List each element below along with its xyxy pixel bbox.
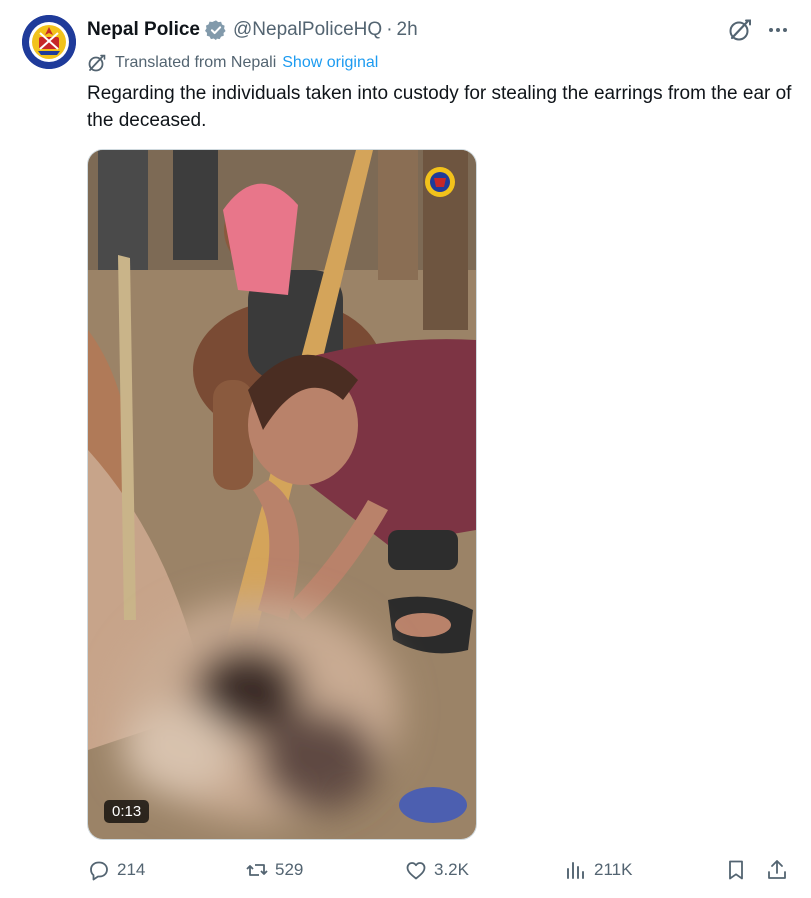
heart-icon: [406, 862, 426, 880]
grok-icon[interactable]: [727, 17, 753, 43]
reply-count: 214: [117, 860, 146, 879]
bookmark-icon: [729, 860, 743, 880]
translation-notice: Translated from Nepali Show original: [87, 52, 378, 74]
nepal-police-logo: [22, 15, 76, 69]
reply-icon: [90, 861, 108, 881]
display-name[interactable]: Nepal Police: [87, 19, 200, 41]
views-button[interactable]: 211K: [564, 854, 632, 886]
translated-label: Translated from Nepali: [115, 54, 277, 71]
avatar[interactable]: [22, 15, 76, 69]
action-bar: 214 529 3.2K 211K: [87, 854, 797, 886]
repost-button[interactable]: 529: [245, 854, 303, 886]
views-icon: [567, 862, 584, 879]
separator-dot: ·: [386, 19, 393, 40]
tweet-text: Regarding the individuals taken into cus…: [87, 83, 792, 131]
share-button[interactable]: [765, 854, 795, 886]
like-count: 3.2K: [434, 860, 469, 879]
watermark-emblem: [425, 167, 455, 197]
bookmark-button[interactable]: [724, 854, 754, 886]
like-button[interactable]: 3.2K: [404, 854, 469, 886]
reply-button[interactable]: 214: [87, 854, 145, 886]
tweet-header: Nepal Police @NepalPoliceHQ · 2h: [87, 16, 418, 44]
translate-icon: [88, 54, 106, 72]
verified-badge-icon[interactable]: [205, 19, 227, 41]
more-icon[interactable]: [765, 18, 791, 42]
video-thumbnail: [88, 150, 476, 839]
views-count: 211K: [594, 860, 633, 879]
show-original-link[interactable]: Show original: [282, 54, 378, 72]
video-player[interactable]: 0:13: [87, 149, 477, 840]
repost-count: 529: [275, 860, 304, 879]
repost-icon: [246, 864, 268, 876]
share-icon: [768, 860, 786, 879]
timestamp[interactable]: 2h: [397, 19, 418, 41]
video-duration: 0:13: [104, 800, 150, 823]
handle[interactable]: @NepalPoliceHQ: [233, 19, 382, 41]
